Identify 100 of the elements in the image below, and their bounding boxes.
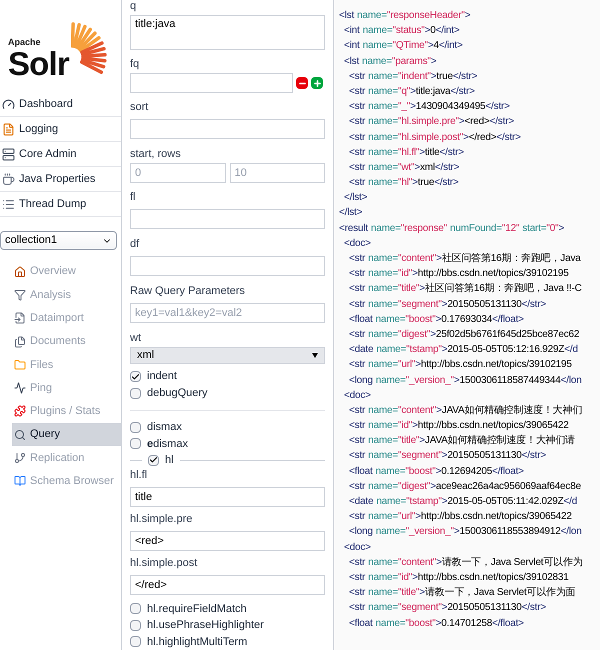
xml-line: <long name="_version_">1500306118553894912</lon (349, 525, 583, 540)
xml-line: <doc> (344, 540, 372, 555)
nav-item[interactable]: Dashboard (0, 92, 121, 117)
nav-item[interactable]: Core Admin (0, 142, 121, 167)
xml-line: <float name="boost">0.14701258</float> (349, 616, 525, 630)
input-field[interactable] (130, 209, 325, 229)
nav-item[interactable]: Java Properties (0, 167, 121, 192)
input-field[interactable]: </red> (130, 574, 325, 594)
xml-line: <str name="hl.simple.pre"><red></str> (349, 115, 515, 130)
checkbox-label: dismax (147, 420, 182, 435)
xml-line: <str name="title">请教一下，Java Servlet可以作为面 (349, 586, 577, 600)
server-icon (2, 148, 15, 160)
xml-line: </lst> (344, 191, 368, 206)
checkbox-label: hl.usePhraseHighlighter (147, 618, 264, 633)
document-icon (2, 122, 15, 136)
checkbox-label: debugQuery (147, 386, 208, 402)
check-icon (131, 372, 140, 382)
logo-title: Solr (8, 47, 69, 80)
remove-button[interactable] (296, 77, 308, 89)
input-field[interactable]: title (130, 486, 325, 506)
logo-subtitle: Apache (8, 38, 42, 47)
query-textarea[interactable]: title:java (130, 15, 325, 50)
xml-line: <str name="content">JAVA如何精确控制速度！大神们 (349, 404, 584, 418)
xml-line: <date name="tstamp">2015-05-05T05:11:42.029Z</d (349, 495, 578, 509)
field-label: start, rows (130, 148, 182, 161)
xml-line: <int name="status">0</int> (344, 24, 460, 38)
documents-icon (14, 336, 26, 348)
input-field[interactable]: 10 (230, 163, 325, 183)
xml-line: </lst> (339, 206, 364, 220)
xml-line: <str name="url">http://bbs.csdn.net/topics/39102195 (349, 358, 573, 372)
xml-line: <str name="url">http://bbs.csdn.net/topics/39065422 (349, 510, 573, 524)
checkbox[interactable] (130, 438, 141, 450)
xml-line: <str name="id">http://bbs.csdn.net/topics/39065422 (349, 419, 570, 434)
gauge-icon (2, 98, 15, 110)
checkbox[interactable] (130, 636, 141, 648)
nav-item[interactable]: Logging (0, 117, 121, 142)
xml-line: <str name="id">http://bbs.csdn.net/topics/39102831 (349, 570, 570, 585)
field-label: hl.fl (130, 468, 148, 482)
xml-line: <result name="response" numFound="12" start="0"> (339, 222, 566, 236)
xml-line: <str name="wt">xml</str> (349, 160, 460, 175)
branch-icon (14, 452, 26, 464)
checkbox-label: edismax (147, 436, 188, 452)
checkbox-label: hl (165, 453, 174, 468)
input-field[interactable] (130, 73, 293, 93)
xml-line: <str name="segment">20150505131130</str> (349, 449, 548, 464)
xml-line: <float name="boost">0.12694205</float> (349, 464, 525, 479)
pulse-icon (14, 382, 26, 394)
field-label: wt (130, 332, 142, 345)
xml-line: <str name="digest">25f02d5b6761f645d25bce87ec62 (349, 328, 580, 342)
checkbox[interactable] (130, 603, 141, 614)
xml-line: <str name="content">请教一下，Java Servlet可以作为 (349, 556, 584, 570)
xml-line: <str name="q">title:java</str> (349, 84, 476, 99)
checkbox-label: hl.highlightMultiTerm (147, 634, 248, 650)
field-label: hl.simple.post (130, 556, 198, 570)
xml-line: <lst name="params"> (344, 54, 438, 69)
checkbox[interactable] (148, 454, 159, 466)
add-button[interactable] (311, 77, 323, 89)
field-label: hl.simple.pre (130, 512, 194, 526)
xml-line: <lst name="responseHeader"> (339, 9, 472, 23)
xml-line: <str name="digest">ace9eac26a4ac956069aaf64ec8e (349, 480, 582, 494)
input-field[interactable]: key1=val1&key2=val2 (130, 303, 325, 323)
field-label: Raw Query Parameters (130, 285, 246, 298)
funnel-icon (14, 288, 26, 301)
xml-line: <str name="_">1430904349495</str> (349, 100, 511, 114)
input-field[interactable]: 0 (130, 163, 226, 183)
home-icon (14, 266, 26, 278)
cup-icon (2, 172, 15, 186)
checkbox[interactable] (130, 388, 141, 399)
puzzle-icon (14, 405, 26, 418)
checkbox[interactable] (130, 422, 141, 433)
field-label: fl (130, 191, 136, 204)
xml-line: <str name="hl">true</str> (349, 176, 460, 190)
core-menu-item[interactable]: Query (12, 423, 121, 446)
input-field[interactable] (130, 119, 325, 139)
caret-icon (312, 353, 318, 358)
xml-line: <int name="QTime">4</int> (344, 39, 464, 54)
xml-line: <long name="_version_">1500306118587449344</lon (349, 374, 583, 388)
folder-icon (14, 358, 26, 371)
select-field[interactable]: xml (130, 347, 325, 364)
xml-line: <str name="hl.simple.post"></red></str> (349, 130, 522, 144)
xml-line: <str name="segment">20150505131130</str> (349, 601, 548, 616)
checkbox[interactable] (130, 371, 141, 382)
search-icon (14, 428, 26, 441)
xml-line: <float name="boost">0.17693034</float> (349, 312, 525, 327)
list-icon (2, 198, 15, 210)
document-import-icon (14, 312, 26, 324)
sun-rays-icon (70, 22, 109, 76)
xml-line: <str name="id">http://bbs.csdn.net/topics/39102195 (349, 267, 570, 282)
xml-line: <str name="indent">true</str> (349, 70, 478, 84)
field-label: fq (130, 58, 140, 71)
xml-line: <doc> (344, 236, 372, 251)
input-field[interactable] (130, 256, 325, 276)
field-label: q (130, 0, 138, 13)
checkbox[interactable] (130, 620, 141, 631)
core-select[interactable]: collection1 (0, 231, 117, 250)
xml-line: <str name="hl.fl">title</str> (349, 146, 465, 160)
input-field[interactable]: <red> (130, 530, 325, 550)
nav-item[interactable]: Thread Dump (0, 192, 121, 217)
checkbox-label: hl.requireFieldMatch (147, 602, 247, 616)
xml-line: <doc> (344, 388, 372, 403)
